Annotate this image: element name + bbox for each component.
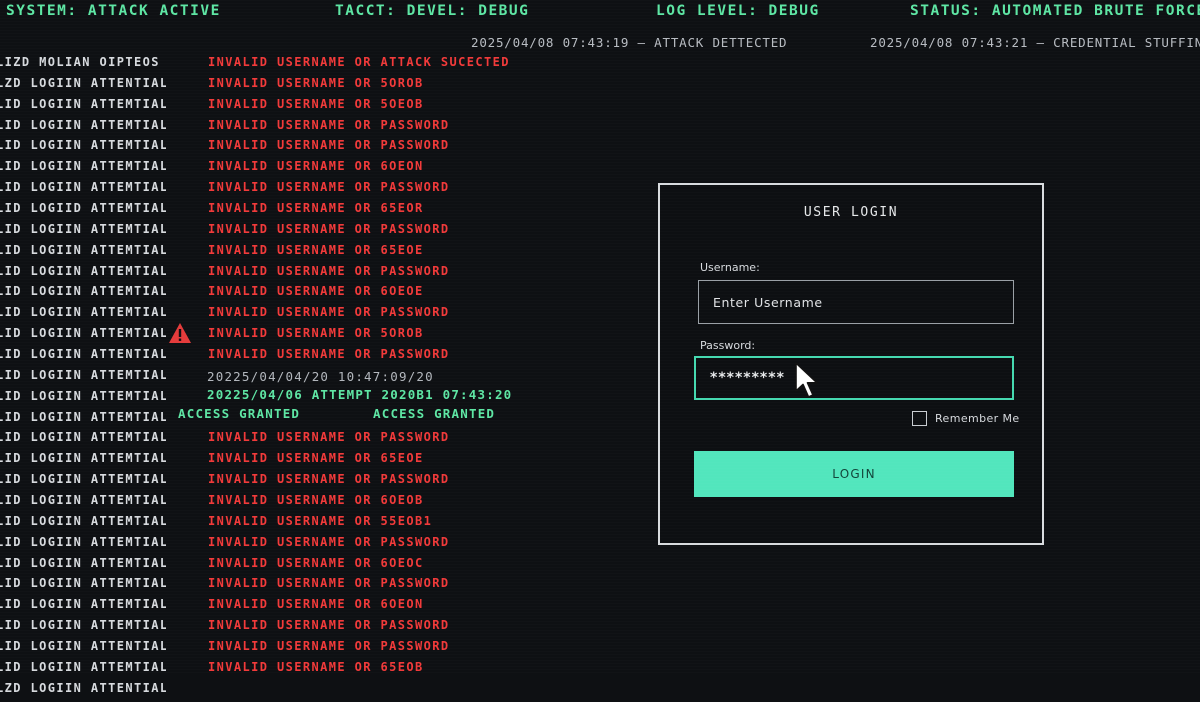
log-right-row: INVALID USERNAME OR PASSWORD <box>208 305 450 320</box>
overlay-timestamp-line-1: 20225/04/04/20 10:47:09/20 <box>207 369 434 384</box>
log-left-row: LID LOGIIN ATTEMTIAL <box>0 576 166 591</box>
timestamp-credential-stuffing: 2025/04/08 07:43:21 – CREDENTIAL STUFFIN… <box>870 35 1200 50</box>
log-right-row: INVALID USERNAME OR 65EOB <box>208 659 424 674</box>
log-left-row: LID LOGIIN ATTEMTIAL <box>0 534 166 549</box>
log-left-row: LID LOGIIN ATTEMTIAL <box>0 326 166 341</box>
log-right-row: INVALID USERNAME OR 6OEON <box>208 159 424 174</box>
status-mode: STATUS: AUTOMATED BRUTE FORCE <box>910 3 1200 19</box>
log-right-row: INVALID USERNAME OR 65EOE <box>208 242 424 257</box>
log-left-row: LID LOGIIN ATTEMTIAL <box>0 597 166 612</box>
log-left-row: LZD LOGIIN ATTENTIAL <box>0 680 166 695</box>
log-right-row: INVALID USERNAME OR PASSWORD <box>208 221 450 236</box>
log-left-row: LID LOGIIN ATTEMTIAL <box>0 388 166 403</box>
status-log-level: LOG LEVEL: DEBUG <box>656 3 820 19</box>
log-right-row: INVALID USERNAME OR PASSWORD <box>208 618 450 633</box>
access-granted-left: ACCESS GRANTED <box>178 406 301 421</box>
log-right-row: INVALID USERNAME OR PASSWORD <box>208 639 450 654</box>
log-right-row: INVALID USERNAME OR PASSWORD <box>208 576 450 591</box>
access-granted-right: ACCESS GRANTED <box>373 406 496 421</box>
log-left-row: LID LOGIIN ATTEMTIAL <box>0 493 166 508</box>
log-left-row: LID LOGIIN ATTEMTIAL <box>0 96 166 111</box>
log-left-row: LID LOGIIN ATTEMTIAL <box>0 618 166 633</box>
password-input[interactable] <box>694 356 1014 400</box>
log-right-row: INVALID USERNAME OR PASSWORD <box>208 180 450 195</box>
log-left-row: LID LOGIIN ATTEMTIAL <box>0 242 166 257</box>
log-right-row: INVALID USERNAME OR PASSWORD <box>208 347 450 362</box>
log-right-row: INVALID USERNAME OR 5OEOB <box>208 96 424 111</box>
log-left-row: LID LOGIIN ATTEMTIAL <box>0 284 166 299</box>
status-tacct: TACCT: DEVEL: DEBUG <box>335 3 530 19</box>
log-right-row: INVALID USERNAME OR PASSWORD <box>208 472 450 487</box>
log-left-row: LID LOGIIN ATTEMTIAL <box>0 472 166 487</box>
log-right-row: INVALID USERNAME OR PASSWORD <box>208 430 450 445</box>
warning-triangle-icon <box>169 323 191 343</box>
log-left-row: LZD LOGIIN ATTENTIAL <box>0 75 166 90</box>
password-label: Password: <box>700 339 756 352</box>
log-left-row: LID LOGIIN ATTEMTIAL <box>0 221 166 236</box>
log-right-row: INVALID USERNAME OR 65EOE <box>208 451 424 466</box>
log-left-row: LID LOGIIN ATTEMTIAL <box>0 117 166 132</box>
log-left-row: LID LOGIIN ATTEMTIAL <box>0 409 166 424</box>
log-right-row: INVALID USERNAME OR PASSWORD <box>208 138 450 153</box>
overlay-attempt-line: 20225/04/06 ATTEMPT 2020B1 07:43:20 <box>207 387 513 402</box>
timestamp-attack-detected: 2025/04/08 07:43:19 – ATTACK DETTECTED <box>471 35 788 50</box>
log-left-row: LID LOGIIN ATTEMTIAL <box>0 180 166 195</box>
login-panel: USER LOGIN Username: Password: Remember … <box>658 183 1044 545</box>
login-button[interactable]: LOGIN <box>694 451 1014 497</box>
status-system: SYSTEM: ATTACK ACTIVE <box>6 3 221 19</box>
log-left-row: LID LOGIIN ATTEMTIAL <box>0 138 166 153</box>
log-left-row: LID LOGIIN ATTEMTIAL <box>0 430 166 445</box>
remember-me[interactable]: Remember Me <box>912 411 1020 426</box>
log-left-row: LID LOGIIN ATTENTIAL <box>0 639 166 654</box>
log-left-row: LID LOGIIN ATTEMTIAL <box>0 263 166 278</box>
login-title: USER LOGIN <box>803 205 899 220</box>
log-right-row: INVALID USERNAME OR 5OROB <box>208 75 424 90</box>
log-right-row: INVALID USERNAME OR 6OEON <box>208 597 424 612</box>
log-right-row: INVALID USERNAME OR PASSWORD <box>208 534 450 549</box>
log-left-row: LID LOGIIN ATTENTIAL <box>0 347 166 362</box>
log-right-row: INVALID USERNAME OR 6OEOC <box>208 555 424 570</box>
log-right-row: INVALID USERNAME OR 6OEOB <box>208 493 424 508</box>
remember-me-label: Remember Me <box>935 412 1020 425</box>
username-label: Username: <box>700 261 760 274</box>
log-right-column: INVALID USERNAME OR ATTACK SUCECTED INVAL… <box>208 55 528 681</box>
mouse-pointer-icon <box>795 362 818 398</box>
log-right-row: INVALID USERNAME OR 6OEOE <box>208 284 424 299</box>
log-left-row: LID LOGIIN ATTEMTIAL <box>0 305 166 320</box>
log-right-row: INVALID USERNAME OR 55EOB1 <box>208 513 433 528</box>
log-left-row: LID LOGIIN ATTEMTIAL <box>0 159 166 174</box>
log-left-row: LID LOGIIN ATTEMTIAL <box>0 367 166 382</box>
log-left-row: LIZD MOLIAN OIPTEOS MH <box>0 55 166 69</box>
log-left-row: LID LOGIIN ATTEMTIAL <box>0 451 166 466</box>
log-right-row: INVALID USERNAME OR PASSWORD <box>208 117 450 132</box>
log-right-row: INVALID USERNAME OR ATTACK SUCECTED <box>208 55 510 69</box>
log-left-row: LID LOGIIN ATTEMTIAL <box>0 659 166 674</box>
log-right-row: INVALID USERNAME OR 5OROB <box>208 326 424 341</box>
remember-me-checkbox[interactable] <box>912 411 927 426</box>
username-input[interactable] <box>698 280 1014 324</box>
log-left-row: LID LOGIIN ATTEMTIAL <box>0 555 166 570</box>
log-left-column: LIZD MOLIAN OIPTEOS MH LZD LOGIIN ATTENTI… <box>0 55 166 702</box>
log-right-row: INVALID USERNAME OR 65EOR <box>208 201 424 216</box>
log-left-row: LID LOGIID ATTEMTIAL <box>0 201 166 216</box>
log-left-row: LID LOGIIN ATTEMTIAL <box>0 513 166 528</box>
log-right-row: INVALID USERNAME OR PASSWORD <box>208 263 450 278</box>
